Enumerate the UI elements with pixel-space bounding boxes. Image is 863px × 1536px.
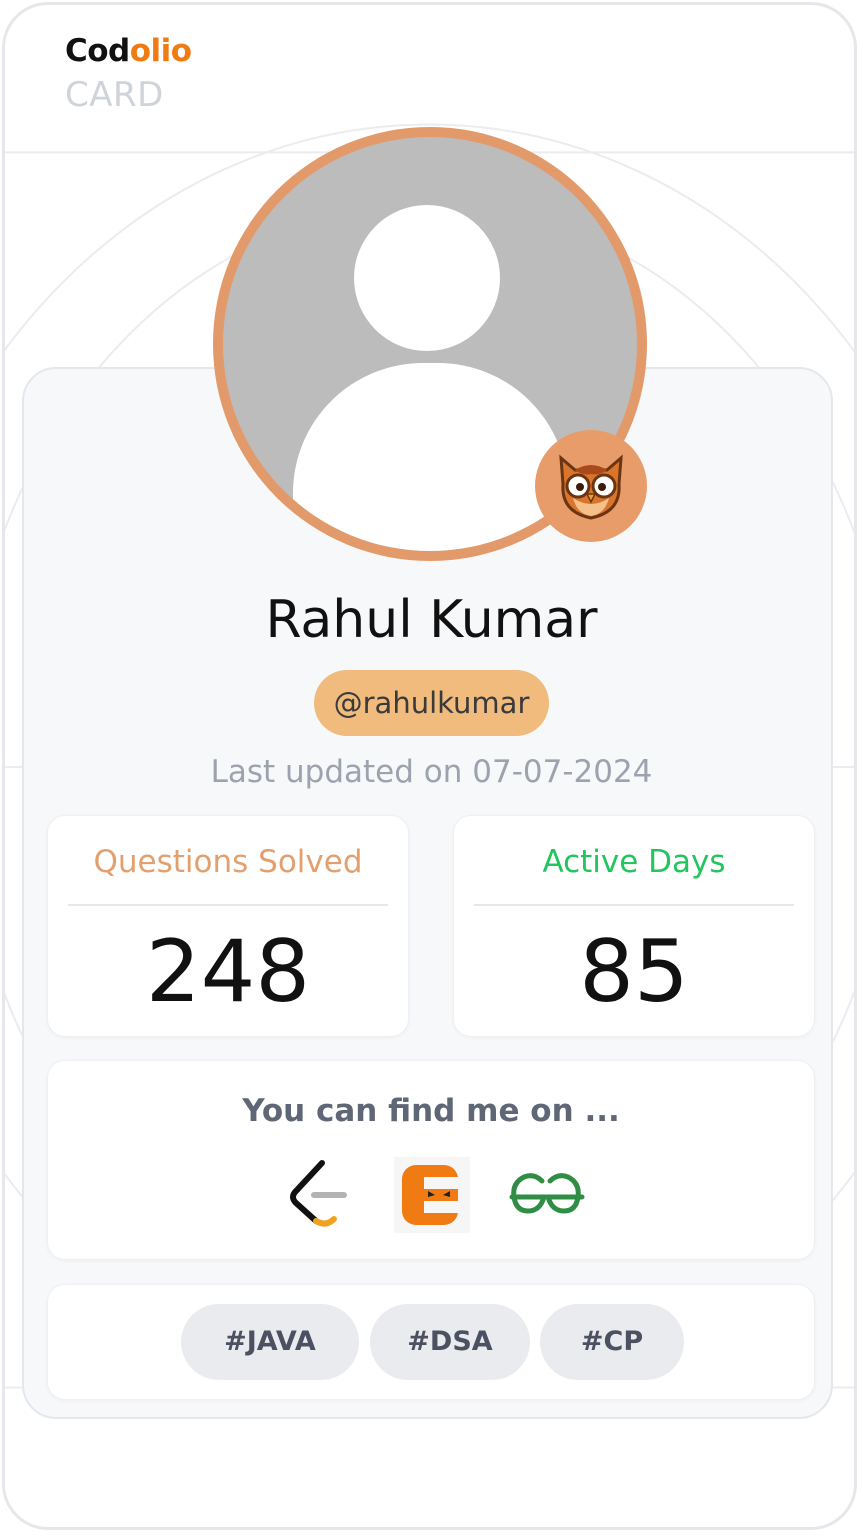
handle-wrapper: @rahulkumar xyxy=(0,670,863,736)
brand-logo: Codolio CARD xyxy=(65,31,192,115)
stat-card-active-days: Active Days 85 xyxy=(453,815,815,1037)
stat-divider xyxy=(474,904,794,906)
avatar-head-shape xyxy=(354,205,500,351)
brand-name-part2: olio xyxy=(129,33,192,69)
find-me-title: You can find me on ... xyxy=(242,1093,620,1129)
tag-chip[interactable]: #CP xyxy=(540,1304,684,1380)
stat-label-active-days: Active Days xyxy=(542,844,726,880)
brand-name: Codolio xyxy=(65,31,192,71)
geeksforgeeks-icon[interactable] xyxy=(504,1157,585,1233)
codingninjas-icon[interactable] xyxy=(394,1157,470,1233)
tag-chip[interactable]: #JAVA xyxy=(181,1304,359,1380)
profile-handle-badge[interactable]: @rahulkumar xyxy=(313,670,550,736)
stat-divider xyxy=(68,904,388,906)
profile-name: Rahul Kumar xyxy=(265,590,598,650)
tags-section: #JAVA #DSA #CP xyxy=(47,1284,815,1400)
stat-value-active-days: 85 xyxy=(579,922,689,1022)
stat-value-questions: 248 xyxy=(145,922,311,1022)
leetcode-icon[interactable] xyxy=(286,1157,362,1233)
brand-subtitle: CARD xyxy=(65,75,164,115)
avatar-body-shape xyxy=(293,363,568,551)
stat-label-questions: Questions Solved xyxy=(93,844,363,880)
last-updated-text: Last updated on 07-07-2024 xyxy=(210,754,653,790)
owl-icon xyxy=(535,430,647,542)
brand-name-part1: Cod xyxy=(65,33,130,69)
stat-card-questions: Questions Solved 248 xyxy=(47,815,409,1037)
tag-chip[interactable]: #DSA xyxy=(370,1304,530,1380)
find-me-section: You can find me on ... xyxy=(47,1060,815,1260)
